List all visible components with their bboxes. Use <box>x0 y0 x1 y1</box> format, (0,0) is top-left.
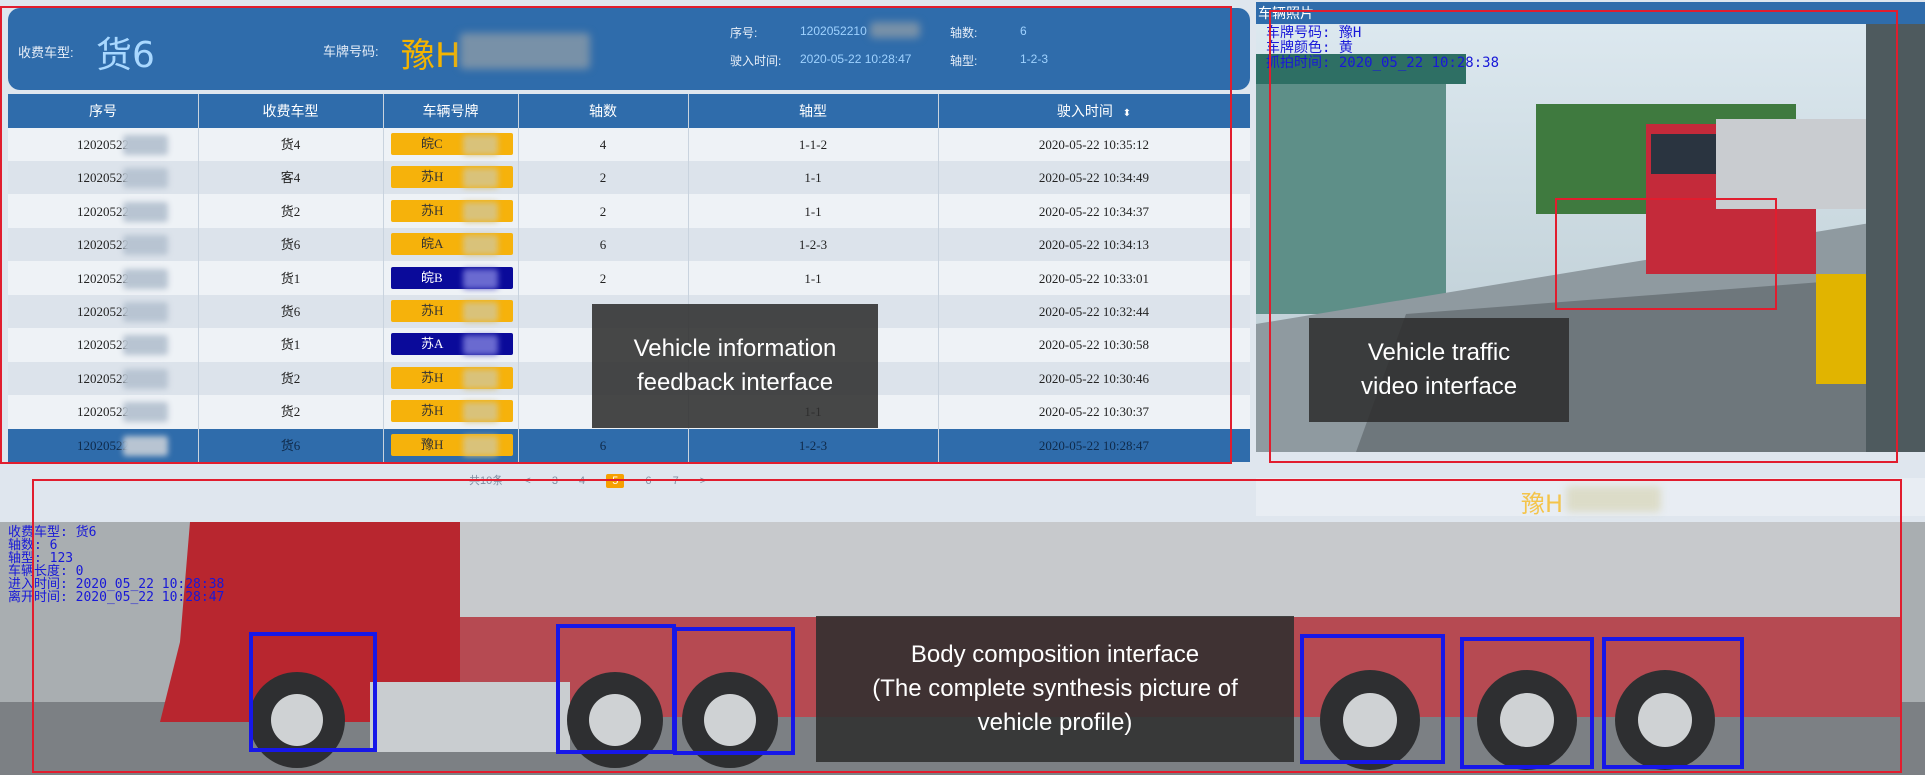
info-caption: Vehicle information feedback interface <box>592 304 878 428</box>
body-caption: Body composition interface (The complete… <box>816 616 1294 762</box>
video-caption: Vehicle traffic video interface <box>1309 318 1569 422</box>
